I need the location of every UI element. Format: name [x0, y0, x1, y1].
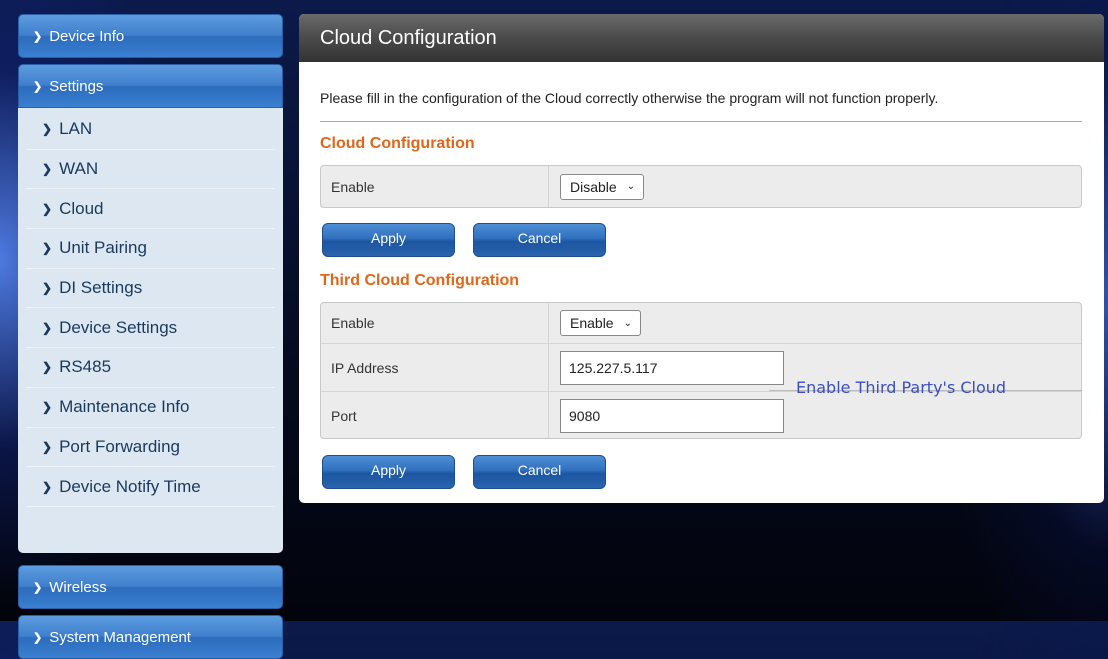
sidebar-item-label: Cloud	[59, 198, 104, 218]
chevron-right-icon: ❯	[42, 162, 53, 177]
third-cloud-config-form: Enable Enable ⌄ IP Address 125.227.5.117…	[320, 302, 1082, 439]
chevron-right-icon: ❯	[42, 122, 53, 137]
sidebar-item-label: WAN	[59, 159, 99, 179]
select-value: Enable	[570, 315, 614, 331]
sidebar-item-lan[interactable]: ❯ LAN	[26, 110, 275, 150]
cloud-config-form: Enable Disable ⌄	[320, 165, 1082, 208]
sidebar: ❯ Device Info ❯ Settings ❯ LAN ❯ WAN ❯ C…	[18, 14, 283, 659]
enable-label: Enable	[321, 166, 549, 207]
chevron-right-icon: ❯	[42, 439, 53, 454]
sidebar-item-label: Port Forwarding	[59, 436, 180, 456]
chevron-right-icon: ❯	[42, 241, 53, 256]
form-row-enable: Enable Enable ⌄	[321, 303, 1081, 344]
chevron-right-icon: ❯	[42, 201, 53, 216]
sidebar-item-rs485[interactable]: ❯ RS485	[26, 348, 275, 388]
chevron-right-icon: ❯	[42, 320, 53, 335]
sidebar-section-settings[interactable]: ❯ Settings	[18, 64, 283, 108]
annotation-text: Enable Third Party's Cloud	[796, 378, 1007, 397]
port-input[interactable]: 9080	[560, 398, 784, 433]
ip-address-input[interactable]: 125.227.5.117	[560, 350, 784, 385]
third-cloud-apply-button[interactable]: Apply	[322, 455, 455, 489]
sidebar-item-unit-pairing[interactable]: ❯ Unit Pairing	[26, 229, 275, 269]
sidebar-item-label: Device Settings	[59, 317, 178, 337]
sidebar-item-label: DI Settings	[59, 278, 143, 298]
sidebar-item-label: LAN	[59, 119, 93, 139]
chevron-down-icon: ⌄	[626, 181, 636, 192]
cloud-enable-select[interactable]: Disable ⌄	[560, 173, 645, 200]
sidebar-section-device-info[interactable]: ❯ Device Info	[18, 14, 283, 58]
sidebar-section-label: Wireless	[49, 578, 107, 596]
sidebar-item-di-settings[interactable]: ❯ DI Settings	[26, 269, 275, 309]
chevron-right-icon: ❯	[42, 479, 53, 494]
sidebar-section-label: System Management	[49, 628, 191, 646]
form-row-enable: Enable Disable ⌄	[321, 166, 1081, 207]
cloud-config-title: Cloud Configuration	[320, 135, 475, 152]
sidebar-section-system-management[interactable]: ❯ System Management	[18, 615, 283, 659]
sidebar-item-maintenance-info[interactable]: ❯ Maintenance Info	[26, 388, 275, 428]
select-value: Disable	[570, 178, 617, 195]
third-cloud-config-title: Third Cloud Configuration	[320, 272, 520, 289]
ip-address-label: IP Address	[321, 344, 549, 391]
chevron-right-icon: ❯	[33, 30, 43, 43]
sidebar-section-label: Settings	[49, 77, 104, 95]
chevron-down-icon: ⌄	[623, 317, 632, 329]
sidebar-item-device-notify-time[interactable]: ❯ Device Notify Time	[26, 467, 275, 507]
sidebar-item-label: RS485	[59, 357, 112, 377]
third-cloud-cancel-button[interactable]: Cancel	[473, 455, 606, 489]
chevron-right-icon: ❯	[42, 281, 53, 296]
sidebar-item-label: Maintenance Info	[59, 397, 190, 417]
sidebar-item-label: Device Notify Time	[59, 476, 201, 496]
sidebar-item-port-forwarding[interactable]: ❯ Port Forwarding	[26, 428, 275, 468]
sidebar-item-label: Unit Pairing	[59, 238, 147, 258]
intro-text: Please fill in the configuration of the …	[320, 90, 939, 106]
sidebar-item-device-settings[interactable]: ❯ Device Settings	[26, 308, 275, 349]
sidebar-section-wireless[interactable]: ❯ Wireless	[18, 565, 283, 609]
divider	[320, 121, 1082, 122]
sidebar-section-label: Device Info	[49, 27, 125, 45]
third-cloud-enable-select[interactable]: Enable ⌄	[560, 310, 641, 336]
chevron-right-icon: ❯	[42, 400, 53, 415]
form-row-port: Port 9080	[321, 392, 1081, 438]
sidebar-item-cloud[interactable]: ❯ Cloud	[26, 189, 275, 230]
chevron-right-icon: ❯	[33, 581, 43, 594]
chevron-right-icon: ❯	[33, 631, 43, 644]
chevron-right-icon: ❯	[33, 80, 43, 93]
port-label: Port	[321, 392, 549, 438]
cloud-apply-button[interactable]: Apply	[322, 223, 455, 257]
page-title: Cloud Configuration	[299, 14, 1104, 62]
main-panel: Cloud Configuration Please fill in the c…	[299, 14, 1104, 503]
chevron-right-icon: ❯	[42, 360, 53, 375]
enable-label: Enable	[321, 303, 549, 343]
sidebar-item-wan[interactable]: ❯ WAN	[26, 150, 275, 190]
settings-submenu: ❯ LAN ❯ WAN ❯ Cloud ❯ Unit Pairing ❯ DI …	[18, 108, 283, 553]
cloud-cancel-button[interactable]: Cancel	[473, 223, 606, 257]
